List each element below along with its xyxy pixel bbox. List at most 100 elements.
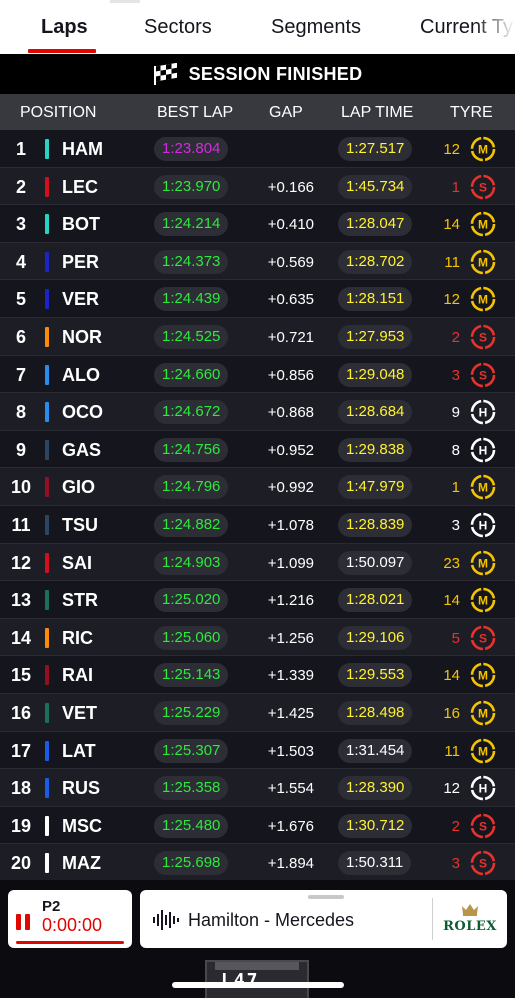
gap-value: +0.856 xyxy=(267,366,314,384)
row-position: 15 xyxy=(10,665,32,686)
row-position: 18 xyxy=(10,778,32,799)
last-lap-time: 1:29.106 xyxy=(338,625,413,650)
driver-code: SAI xyxy=(62,552,93,573)
team-color-bar xyxy=(45,590,49,611)
medium-tyre-icon: M xyxy=(470,136,496,162)
hard-tyre-icon: H xyxy=(470,775,496,801)
lap-board-top xyxy=(215,962,299,970)
best-lap-time: 1:25.020 xyxy=(154,588,229,613)
gap-value: +1.339 xyxy=(267,667,314,685)
best-lap-time: 1:24.439 xyxy=(154,287,229,312)
gap-value: +1.099 xyxy=(267,554,314,572)
table-row[interactable]: 1 HAM 1:23.804 1:27.517 12 M xyxy=(0,130,515,168)
team-color-bar xyxy=(45,740,49,761)
best-lap-time: 1:23.804 xyxy=(154,137,229,161)
team-color-bar xyxy=(45,251,49,272)
team-color-bar xyxy=(45,552,49,573)
timing-table: 1 HAM 1:23.804 1:27.517 12 M 2 LEC 1:23.970 +0.16… xyxy=(0,130,515,882)
drag-handle[interactable] xyxy=(308,895,344,899)
driver-code: RAI xyxy=(62,665,93,686)
last-lap-time: 1:28.684 xyxy=(338,400,413,425)
team-color-bar xyxy=(45,289,49,310)
best-lap-time: 1:24.882 xyxy=(154,512,229,537)
last-lap-time: 1:29.838 xyxy=(338,437,413,462)
last-lap-time: 1:28.151 xyxy=(338,287,413,312)
team-radio-card[interactable]: Hamilton - Mercedes ROLEX xyxy=(140,890,507,948)
soft-tyre-icon: S xyxy=(470,625,496,651)
table-row[interactable]: 4 PER 1:24.373 +0.569 1:28.702 11 M xyxy=(0,242,515,281)
tyre-age: 16 xyxy=(443,704,460,722)
table-row[interactable]: 10 GIO 1:24.796 +0.992 1:47.979 1 M xyxy=(0,468,515,506)
session-timer: 0:00:00 xyxy=(42,915,103,935)
table-row[interactable]: 3 BOT 1:24.214 +0.410 1:28.047 14 M xyxy=(0,205,515,243)
best-lap-time: 1:24.214 xyxy=(154,212,229,237)
medium-tyre-icon: M xyxy=(470,211,496,237)
divider xyxy=(432,898,433,940)
soft-tyre-icon: S xyxy=(470,324,496,350)
table-row[interactable]: 18 RUS 1:25.358 +1.554 1:28.390 12 H xyxy=(0,769,515,807)
active-tab-indicator xyxy=(28,49,96,53)
team-color-bar xyxy=(45,815,49,836)
gap-value: +1.078 xyxy=(267,516,314,534)
table-row[interactable]: 8 OCO 1:24.672 +0.868 1:28.684 9 H xyxy=(0,393,515,431)
session-clock-card[interactable]: P2 0:00:00 xyxy=(8,890,132,948)
driver-code: BOT xyxy=(62,214,100,235)
row-position: 9 xyxy=(15,439,26,460)
tyre-compound-letter: S xyxy=(479,368,487,382)
tyre-compound-letter: S xyxy=(479,819,487,833)
best-lap-time: 1:24.525 xyxy=(154,324,229,349)
table-row[interactable]: 15 RAI 1:25.143 +1.339 1:29.553 14 M xyxy=(0,656,515,694)
table-row[interactable]: 20 MAZ 1:25.698 +1.894 1:50.311 3 S xyxy=(0,844,515,882)
bottom-bar: P2 0:00:00 Hamilton - Mercedes ROLEX L47 xyxy=(0,880,515,998)
team-color-bar xyxy=(45,326,49,347)
table-row[interactable]: 11 TSU 1:24.882 +1.078 1:28.839 3 H xyxy=(0,505,515,544)
table-row[interactable]: 9 GAS 1:24.756 +0.952 1:29.838 8 H xyxy=(0,430,515,469)
tyre-age: 1 xyxy=(451,178,460,196)
tyre-compound-letter: M xyxy=(478,255,488,269)
team-color-bar xyxy=(45,176,49,197)
tyre-compound-letter: M xyxy=(478,669,488,683)
last-lap-time: 1:31.454 xyxy=(338,738,413,763)
table-row[interactable]: 17 LAT 1:25.307 +1.503 1:31.454 11 M xyxy=(0,731,515,770)
soft-tyre-icon: S xyxy=(470,813,496,838)
best-lap-time: 1:25.698 xyxy=(154,851,229,876)
table-row[interactable]: 2 LEC 1:23.970 +0.166 1:45.734 1 S xyxy=(0,167,515,206)
gap-value: +0.992 xyxy=(267,479,314,497)
col-best-lap: BEST LAP xyxy=(157,104,234,121)
row-position: 1 xyxy=(15,139,26,159)
medium-tyre-icon: M xyxy=(470,550,496,575)
tyre-compound-letter: M xyxy=(478,218,488,232)
table-row[interactable]: 19 MSC 1:25.480 +1.676 1:30.712 2 S xyxy=(0,806,515,845)
best-lap-time: 1:25.060 xyxy=(154,625,229,650)
table-row[interactable]: 16 VET 1:25.229 +1.425 1:28.498 16 M xyxy=(0,693,515,732)
table-row[interactable]: 12 SAI 1:24.903 +1.099 1:50.097 23 M xyxy=(0,543,515,582)
tyre-compound-letter: H xyxy=(479,518,488,532)
table-row[interactable]: 13 STR 1:25.020 +1.216 1:28.021 14 M xyxy=(0,581,515,619)
tyre-compound-letter: H xyxy=(479,406,488,420)
best-lap-time: 1:24.903 xyxy=(154,550,229,575)
last-lap-time: 1:28.702 xyxy=(338,249,413,274)
table-row[interactable]: 6 NOR 1:24.525 +0.721 1:27.953 2 S xyxy=(0,317,515,356)
session-status-banner: SESSION FINISHED xyxy=(0,54,515,94)
tab-laps[interactable]: Laps xyxy=(41,16,88,39)
best-lap-time: 1:25.143 xyxy=(154,663,229,688)
best-lap-time: 1:25.358 xyxy=(154,776,229,801)
table-row[interactable]: 14 RIC 1:25.060 +1.256 1:29.106 5 S xyxy=(0,618,515,657)
driver-code: MSC xyxy=(62,815,102,836)
table-row[interactable]: 5 VER 1:24.439 +0.635 1:28.151 12 M xyxy=(0,280,515,318)
gap-value: +0.952 xyxy=(267,441,314,459)
medium-tyre-icon: M xyxy=(470,587,496,613)
row-position: 3 xyxy=(15,214,26,235)
crown-icon xyxy=(462,904,478,916)
tab-sectors[interactable]: Sectors xyxy=(144,16,212,39)
table-row[interactable]: 7 ALO 1:24.660 +0.856 1:29.048 3 S xyxy=(0,355,515,394)
driver-code: ALO xyxy=(62,364,100,385)
row-position: 14 xyxy=(10,627,32,648)
best-lap-time: 1:24.756 xyxy=(154,437,229,462)
hard-tyre-icon: H xyxy=(470,512,496,538)
home-indicator[interactable] xyxy=(172,982,344,988)
driver-code: NOR xyxy=(62,326,102,347)
tab-segments[interactable]: Segments xyxy=(271,16,361,39)
last-lap-time: 1:45.734 xyxy=(338,174,413,199)
tyre-compound-letter: S xyxy=(479,857,487,871)
